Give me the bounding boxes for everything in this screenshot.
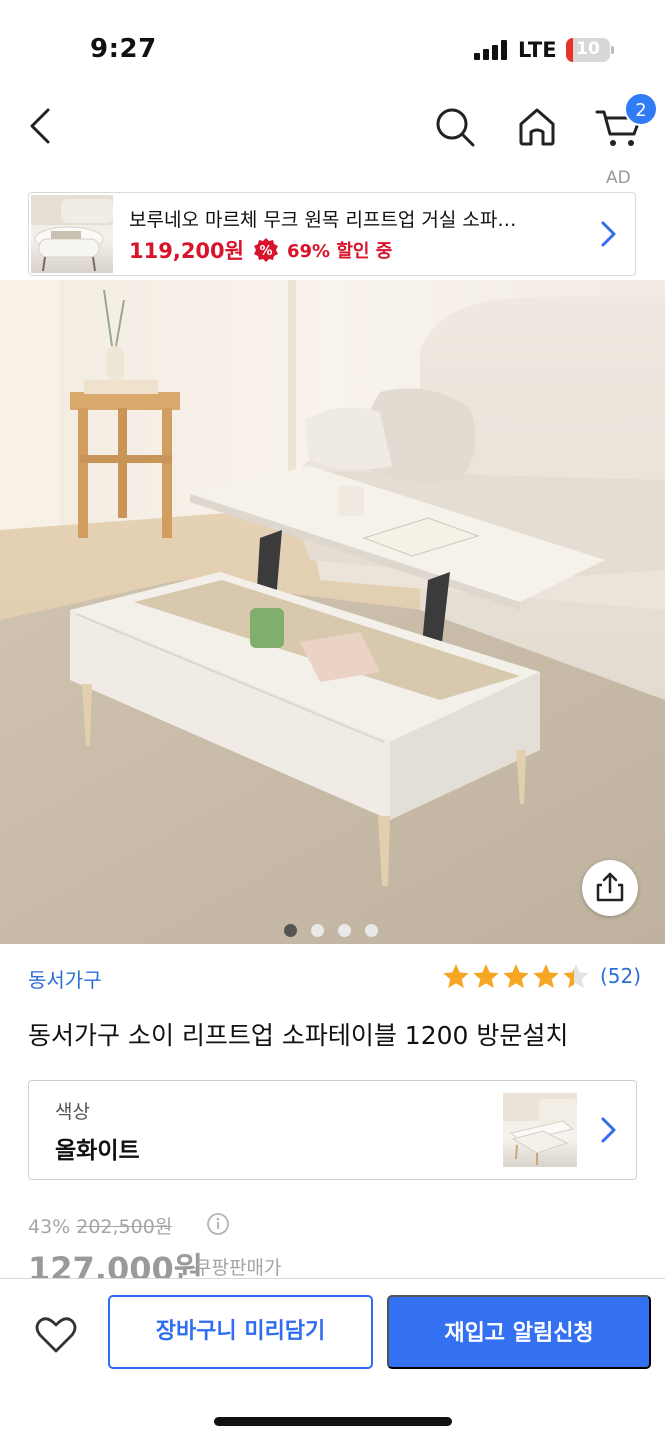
add-to-cart-button[interactable]: 장바구니 미리담기 xyxy=(108,1295,373,1369)
cart-count-badge: 2 xyxy=(624,92,658,126)
bottom-action-bar: 장바구니 미리담기 재입고 알림신청 xyxy=(0,1278,665,1440)
star-icon xyxy=(473,964,499,988)
svg-text:%: % xyxy=(259,244,272,259)
share-icon xyxy=(596,872,624,902)
home-button[interactable] xyxy=(514,104,560,150)
restock-alert-button[interactable]: 재입고 알림신청 xyxy=(387,1295,651,1369)
brand-link[interactable]: 동서가구 xyxy=(28,964,102,993)
product-title: 동서가구 소이 리프트업 소파테이블 1200 방문설치 xyxy=(28,1021,569,1050)
seller-price-tag: 쿠팡판매가 xyxy=(194,1257,282,1279)
home-icon xyxy=(519,108,555,146)
share-button[interactable] xyxy=(582,860,638,916)
product-image[interactable] xyxy=(0,280,665,944)
option-selector[interactable]: 색상 올화이트 xyxy=(28,1080,637,1180)
gallery-dot[interactable] xyxy=(338,924,351,937)
chevron-right-icon xyxy=(601,1117,616,1143)
ad-banner[interactable]: 보루네오 마르체 무크 원목 리프트업 거실 소파… 119,200원 % 69… xyxy=(28,192,636,276)
discount-rate: 43% xyxy=(28,1216,71,1238)
original-price: 202,500원 xyxy=(76,1216,173,1238)
ad-discount: 69% 할인 중 xyxy=(287,241,393,262)
review-count[interactable]: (52) xyxy=(600,964,641,988)
back-chevron-icon xyxy=(30,108,50,144)
status-time: 9:27 xyxy=(90,34,157,64)
signal-icon xyxy=(474,40,508,60)
rating-stars[interactable] xyxy=(442,962,594,992)
ad-title: 보루네오 마르체 무크 원목 리프트업 거실 소파… xyxy=(129,209,517,231)
gallery-dot[interactable] xyxy=(284,924,297,937)
gallery-dot[interactable] xyxy=(365,924,378,937)
star-icon xyxy=(533,964,559,988)
heart-icon xyxy=(35,1317,77,1353)
search-button[interactable] xyxy=(432,104,478,150)
home-indicator xyxy=(214,1417,452,1426)
original-price-row: 43% 202,500원 xyxy=(28,1212,172,1239)
back-button[interactable] xyxy=(22,104,66,148)
wishlist-button[interactable] xyxy=(28,1307,84,1363)
option-label: 색상 xyxy=(55,1101,90,1123)
discount-badge-icon: % xyxy=(254,238,278,262)
status-bar: 9:27 LTE 10 xyxy=(0,0,665,92)
star-icon xyxy=(503,964,529,988)
gallery-dot[interactable] xyxy=(311,924,324,937)
ad-price: 119,200원 xyxy=(129,239,244,263)
product-photo xyxy=(0,280,665,944)
network-label: LTE xyxy=(518,38,557,62)
ad-label: AD xyxy=(606,168,631,188)
battery-level: 10 xyxy=(576,39,600,59)
half-star-icon xyxy=(563,964,589,988)
search-icon xyxy=(436,108,475,147)
info-icon[interactable] xyxy=(206,1212,230,1236)
battery-tip xyxy=(611,46,614,54)
ad-thumbnail xyxy=(31,195,113,273)
chevron-right-icon xyxy=(601,221,616,247)
option-thumbnail xyxy=(503,1093,577,1167)
star-icon xyxy=(443,964,469,988)
battery-icon: 10 xyxy=(566,38,610,62)
option-value: 올화이트 xyxy=(55,1138,140,1164)
